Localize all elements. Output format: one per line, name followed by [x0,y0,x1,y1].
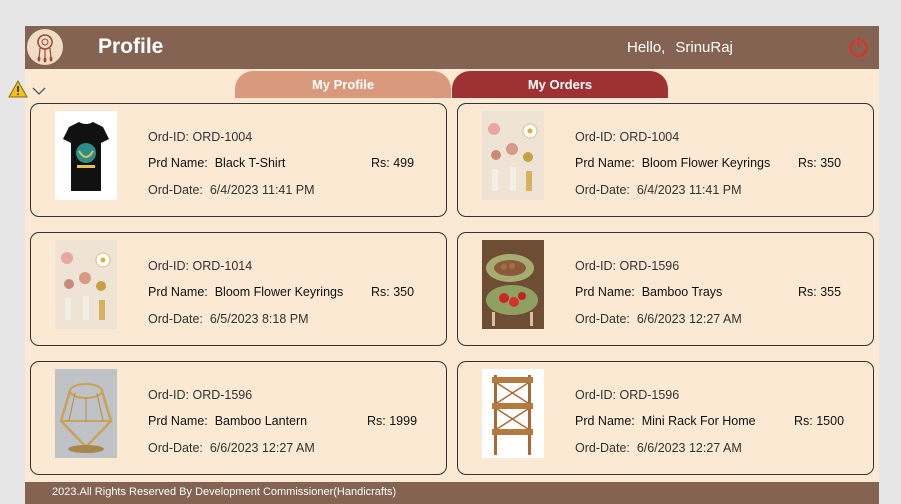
order-date: Ord-Date: 6/4/2023 11:41 PM [575,183,742,197]
product-name: Prd Name: Bloom Flower Keyrings [575,156,771,170]
greeting: Hello, SrinuRaj [627,39,733,56]
user-name: SrinuRaj [675,39,733,56]
order-date: Ord-Date: 6/6/2023 12:27 AM [575,312,742,326]
order-date: Ord-Date: 6/6/2023 12:27 AM [575,441,742,455]
product-image-black-tshirt [55,111,117,200]
tab-my-profile[interactable]: My Profile [235,71,451,98]
product-image-bamboo-trays [482,240,544,329]
order-date: Ord-Date: 6/5/2023 8:18 PM [148,312,309,326]
chevron-down-icon[interactable] [32,83,46,95]
order-date: Ord-Date: 6/4/2023 11:41 PM [148,183,315,197]
power-icon[interactable] [847,36,870,59]
order-card[interactable]: Ord-ID: ORD-1596 Prd Name: Mini Rack For… [457,361,874,475]
order-card[interactable]: Ord-ID: ORD-1014 Prd Name: Bloom Flower … [30,232,447,346]
order-id: Ord-ID: ORD-1596 [148,388,253,402]
app-window: Profile Hello, SrinuRaj My Profile My Ord… [25,26,879,504]
greeting-label: Hello, [627,39,666,56]
price: Rs: 355 [798,285,842,299]
order-id: Ord-ID: ORD-1596 [575,388,680,402]
order-id: Ord-ID: ORD-1596 [575,259,680,273]
price: Rs: 350 [371,285,415,299]
price: Rs: 350 [798,156,842,170]
product-name: Prd Name: Black T-Shirt [148,156,286,170]
order-date: Ord-Date: 6/6/2023 12:27 AM [148,441,315,455]
header-bar: Profile Hello, SrinuRaj [25,26,879,69]
price: Rs: 499 [371,156,415,170]
footer-text: 2023.All Rights Reserved By Development … [52,486,397,498]
product-name: Prd Name: Bloom Flower Keyrings [148,285,344,299]
page-title: Profile [98,35,164,58]
product-name: Prd Name: Bamboo Trays [575,285,723,299]
product-image-flower-keyrings [55,240,117,329]
order-id: Ord-ID: ORD-1004 [575,130,680,144]
warning-icon[interactable] [8,79,28,98]
product-name: Prd Name: Mini Rack For Home [575,414,756,428]
product-name: Prd Name: Bamboo Lantern [148,414,308,428]
order-card[interactable]: Ord-ID: ORD-1596 Prd Name: Bamboo Lanter… [30,361,447,475]
product-image-mini-rack [482,369,544,458]
dreamcatcher-logo-icon [27,29,63,65]
product-image-bamboo-lantern [55,369,117,458]
order-card[interactable]: Ord-ID: ORD-1004 Prd Name: Black T-Shirt… [30,103,447,217]
order-card[interactable]: Ord-ID: ORD-1596 Prd Name: Bamboo Trays … [457,232,874,346]
order-id: Ord-ID: ORD-1004 [148,130,253,144]
footer-bar: 2023.All Rights Reserved By Development … [25,482,879,504]
product-image-flower-keyrings [482,111,544,200]
tab-my-orders[interactable]: My Orders [452,71,668,98]
price: Rs: 1999 [367,414,418,428]
price: Rs: 1500 [794,414,845,428]
order-id: Ord-ID: ORD-1014 [148,259,253,273]
order-card[interactable]: Ord-ID: ORD-1004 Prd Name: Bloom Flower … [457,103,874,217]
